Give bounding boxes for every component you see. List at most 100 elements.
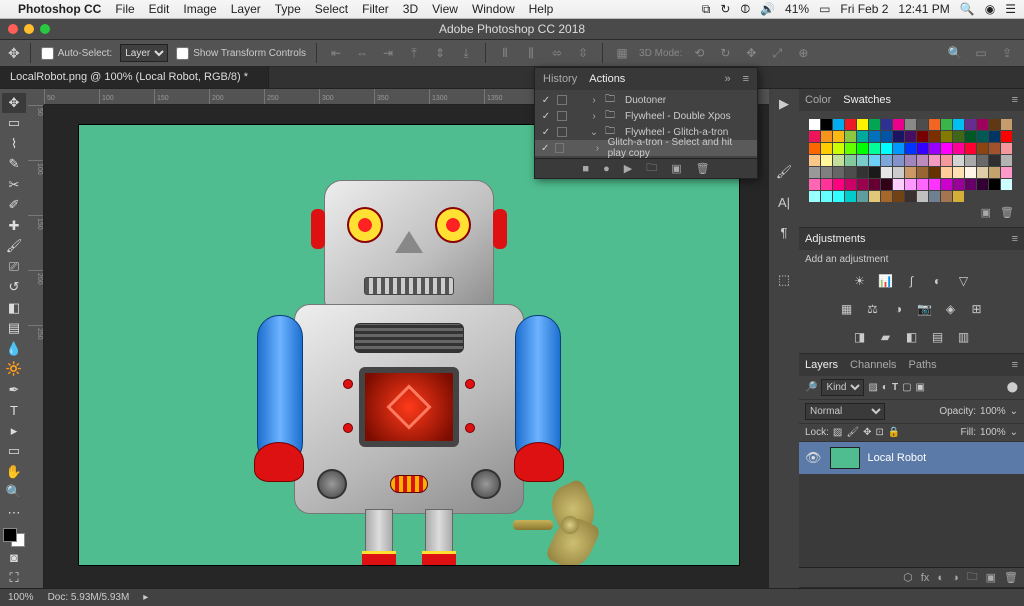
swatch[interactable] xyxy=(941,167,952,178)
swatch[interactable] xyxy=(845,119,856,130)
swatch[interactable] xyxy=(1001,167,1012,178)
zoom-level[interactable]: 100% xyxy=(8,592,34,603)
swatch[interactable] xyxy=(893,119,904,130)
swatch[interactable] xyxy=(833,191,844,202)
swatch[interactable] xyxy=(1001,179,1012,190)
swatch[interactable] xyxy=(917,131,928,142)
doc-size[interactable]: Doc: 5.93M/5.93M xyxy=(48,592,130,603)
layer-thumbnail[interactable] xyxy=(830,447,860,469)
layer-item[interactable]: 👁 Local Robot xyxy=(799,442,1024,474)
swatch[interactable] xyxy=(965,143,976,154)
swatch[interactable] xyxy=(833,155,844,166)
photo-filter-icon[interactable]: 📷 xyxy=(916,301,934,317)
swatch[interactable] xyxy=(821,167,832,178)
layers-tab[interactable]: Layers xyxy=(805,359,838,371)
lock-artboard-icon[interactable]: ⊡ xyxy=(875,427,883,438)
swatch[interactable] xyxy=(917,119,928,130)
stop-action-icon[interactable]: ■ xyxy=(582,163,589,175)
stamp-tool[interactable]: ⎚ xyxy=(2,257,26,277)
swatch[interactable] xyxy=(869,155,880,166)
swatch[interactable] xyxy=(977,167,988,178)
notification-icon[interactable]: ☰ xyxy=(1005,2,1016,16)
history-brush-tool[interactable]: ↺ xyxy=(2,278,26,298)
brightness-icon[interactable]: ☀ xyxy=(851,273,869,289)
wifi-icon[interactable]: ⦷ xyxy=(740,2,750,17)
swatch[interactable] xyxy=(857,131,868,142)
character-panel-icon[interactable]: A| xyxy=(773,191,795,213)
swatch[interactable] xyxy=(881,131,892,142)
swatch[interactable] xyxy=(977,143,988,154)
play-action-button[interactable]: ▶ xyxy=(773,93,795,115)
record-action-icon[interactable]: ● xyxy=(603,163,610,175)
3d-pan-icon[interactable]: ✥ xyxy=(742,44,760,62)
adjustment-layer-icon[interactable]: ◑ xyxy=(952,572,959,584)
auto-align-icon[interactable]: ▦ xyxy=(613,44,631,62)
swatch[interactable] xyxy=(845,155,856,166)
swatch[interactable] xyxy=(893,131,904,142)
libraries-panel-icon[interactable]: ⬚ xyxy=(773,269,795,291)
layer-style-icon[interactable]: fx xyxy=(921,572,930,584)
swatch[interactable] xyxy=(833,167,844,178)
filter-toggle-icon[interactable]: ⬤ xyxy=(1007,382,1018,393)
swatch[interactable] xyxy=(989,119,1000,130)
color-tab[interactable]: Color xyxy=(805,94,831,106)
maximize-window-button[interactable] xyxy=(40,24,50,34)
swatch[interactable] xyxy=(977,155,988,166)
pen-tool[interactable]: ✒ xyxy=(2,380,26,400)
swatch[interactable] xyxy=(845,179,856,190)
fill-value[interactable]: 100% xyxy=(980,427,1006,438)
bw-icon[interactable]: ◑ xyxy=(890,301,908,317)
swatch[interactable] xyxy=(965,167,976,178)
menu-date[interactable]: Fri Feb 2 xyxy=(840,2,888,16)
show-transform-checkbox[interactable]: Show Transform Controls xyxy=(176,47,306,60)
color-lookup-icon[interactable]: ⊞ xyxy=(968,301,986,317)
swatch[interactable] xyxy=(845,167,856,178)
swatch[interactable] xyxy=(845,131,856,142)
swatch[interactable] xyxy=(989,167,1000,178)
shape-tool[interactable]: ▭ xyxy=(2,442,26,462)
crop-tool[interactable]: ✂ xyxy=(2,175,26,195)
auto-select-dropdown[interactable]: Layer xyxy=(120,44,168,62)
selective-color-icon[interactable]: ▥ xyxy=(955,329,973,345)
dropbox-icon[interactable]: ⧉ xyxy=(702,2,711,17)
lock-pixels-icon[interactable]: 🖌 xyxy=(846,427,859,438)
3d-orbit-icon[interactable]: ⟲ xyxy=(690,44,708,62)
delete-swatch-icon[interactable]: 🗑 xyxy=(1000,207,1014,219)
swatch[interactable] xyxy=(1001,155,1012,166)
panel-menu-icon[interactable]: ≡ xyxy=(743,73,749,85)
swatch[interactable] xyxy=(953,179,964,190)
align-center-v-icon[interactable]: ⇕ xyxy=(431,44,449,62)
menu-edit[interactable]: Edit xyxy=(149,2,170,16)
action-row[interactable]: ✓›🗀Flywheel - Double Xpos xyxy=(535,108,757,124)
swatch[interactable] xyxy=(857,191,868,202)
lock-transparency-icon[interactable]: ▨ xyxy=(833,427,842,438)
swatch[interactable] xyxy=(869,143,880,154)
swatch[interactable] xyxy=(821,143,832,154)
history-tab[interactable]: History xyxy=(543,73,577,85)
menu-window[interactable]: Window xyxy=(472,2,515,16)
swatch[interactable] xyxy=(917,191,928,202)
battery-percent[interactable]: 41% xyxy=(785,2,809,16)
panel-menu-icon[interactable]: ≡ xyxy=(1012,359,1018,371)
swatch[interactable] xyxy=(941,119,952,130)
swatch[interactable] xyxy=(953,191,964,202)
menu-select[interactable]: Select xyxy=(315,2,348,16)
siri-icon[interactable]: ◉ xyxy=(985,2,995,16)
brush-tool[interactable]: 🖌 xyxy=(2,237,26,257)
swatch[interactable] xyxy=(905,179,916,190)
swatch[interactable] xyxy=(821,179,832,190)
screen-mode-tool[interactable]: ⛶ xyxy=(2,569,26,589)
swatch[interactable] xyxy=(917,143,928,154)
zoom-tool[interactable]: 🔍 xyxy=(2,483,26,503)
align-bottom-icon[interactable]: ⤓ xyxy=(457,44,475,62)
filter-pixel-icon[interactable]: ▨ xyxy=(868,382,877,393)
lasso-tool[interactable]: ⌇ xyxy=(2,134,26,154)
play-action-icon[interactable]: ▶ xyxy=(624,162,632,175)
swatch[interactable] xyxy=(833,119,844,130)
menu-help[interactable]: Help xyxy=(529,2,554,16)
menu-view[interactable]: View xyxy=(432,2,458,16)
new-layer-icon[interactable]: ▣ xyxy=(986,571,996,584)
swatch[interactable] xyxy=(857,179,868,190)
swatch[interactable] xyxy=(881,155,892,166)
swatch[interactable] xyxy=(1001,131,1012,142)
